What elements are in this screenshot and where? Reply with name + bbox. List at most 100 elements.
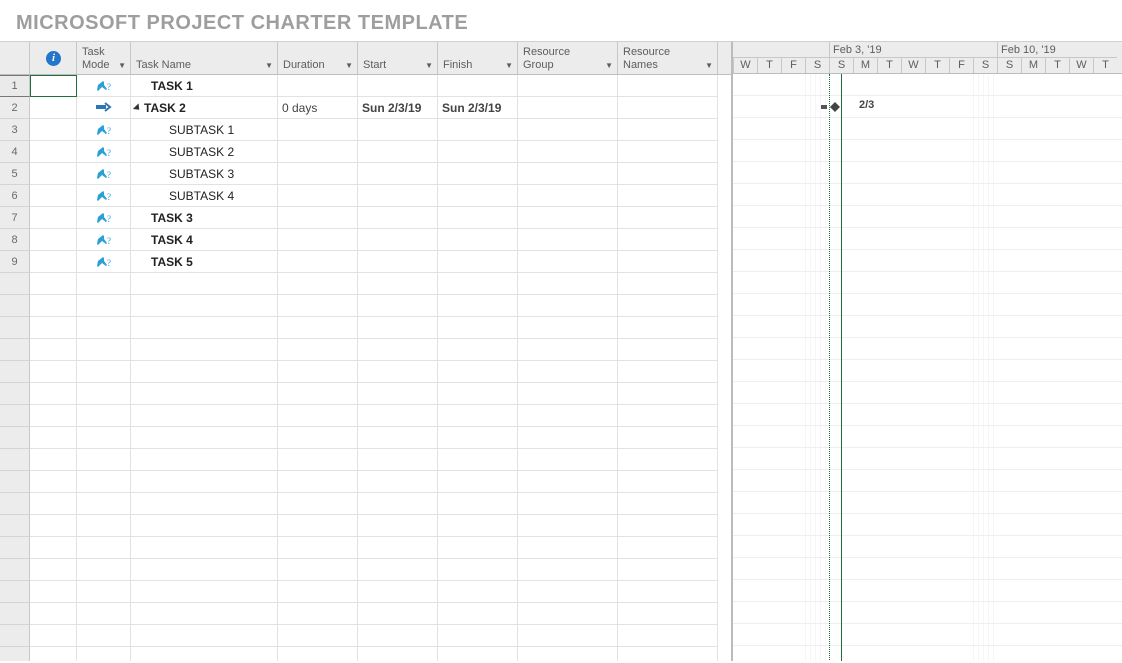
info-cell[interactable] (30, 361, 77, 383)
finish-cell[interactable] (438, 273, 518, 295)
resourcenames-cell[interactable] (618, 295, 718, 317)
rownum-cell[interactable]: 7 (0, 207, 30, 229)
taskname-cell[interactable]: SUBTASK 2 (131, 141, 278, 163)
resourcenames-cell[interactable] (618, 471, 718, 493)
duration-cell[interactable] (278, 163, 358, 185)
gantt-row[interactable] (733, 624, 1122, 646)
info-cell[interactable] (30, 207, 77, 229)
mode-cell[interactable] (77, 273, 131, 295)
info-cell[interactable] (30, 449, 77, 471)
table-row[interactable] (0, 383, 731, 405)
taskname-cell[interactable] (131, 295, 278, 317)
start-cell[interactable] (358, 427, 438, 449)
resourcenames-cell[interactable] (618, 405, 718, 427)
info-column-header[interactable]: i (30, 42, 77, 74)
duration-cell[interactable] (278, 603, 358, 625)
info-cell[interactable] (30, 185, 77, 207)
rownum-cell[interactable] (0, 603, 30, 625)
duration-cell[interactable] (278, 581, 358, 603)
start-cell[interactable] (358, 295, 438, 317)
resourcenames-cell[interactable] (618, 339, 718, 361)
table-row[interactable] (0, 317, 731, 339)
gantt-row[interactable] (733, 338, 1122, 360)
rownum-cell[interactable] (0, 317, 30, 339)
milestone-icon[interactable] (821, 101, 841, 113)
taskname-cell[interactable]: SUBTASK 1 (131, 119, 278, 141)
info-cell[interactable] (30, 581, 77, 603)
resourcenames-cell[interactable] (618, 581, 718, 603)
resourcenames-cell[interactable] (618, 559, 718, 581)
info-cell[interactable] (30, 317, 77, 339)
table-row[interactable]: 5?SUBTASK 3 (0, 163, 731, 185)
resourcenames-cell[interactable] (618, 647, 718, 661)
resourcenames-cell[interactable] (618, 493, 718, 515)
rownum-cell[interactable] (0, 273, 30, 295)
start-cell[interactable] (358, 361, 438, 383)
resourcegroup-cell[interactable] (518, 75, 618, 97)
mode-cell[interactable]: ? (77, 141, 131, 163)
taskname-cell[interactable] (131, 273, 278, 295)
start-cell[interactable] (358, 559, 438, 581)
gantt-row[interactable] (733, 162, 1122, 184)
resourcenames-cell[interactable] (618, 141, 718, 163)
finish-cell[interactable] (438, 449, 518, 471)
info-cell[interactable] (30, 273, 77, 295)
finish-cell[interactable] (438, 251, 518, 273)
mode-cell[interactable]: ? (77, 163, 131, 185)
table-row[interactable]: 1?TASK 1 (0, 75, 731, 97)
start-cell[interactable] (358, 471, 438, 493)
chevron-down-icon[interactable]: ▼ (425, 61, 433, 72)
gantt-row[interactable] (733, 206, 1122, 228)
start-cell[interactable] (358, 163, 438, 185)
mode-cell[interactable] (77, 295, 131, 317)
start-cell[interactable] (358, 625, 438, 647)
rownum-cell[interactable] (0, 295, 30, 317)
gantt-row[interactable] (733, 404, 1122, 426)
resourcegroup-cell[interactable] (518, 559, 618, 581)
gantt-row[interactable] (733, 448, 1122, 470)
mode-cell[interactable] (77, 405, 131, 427)
taskname-cell[interactable] (131, 405, 278, 427)
mode-cell[interactable]: ? (77, 251, 131, 273)
start-cell[interactable] (358, 383, 438, 405)
start-cell[interactable] (358, 229, 438, 251)
resourcenames-cell[interactable] (618, 361, 718, 383)
duration-cell[interactable] (278, 339, 358, 361)
gantt-chart[interactable]: Feb 3, '19Feb 10, '19 WTFSSMTWTFSSMTWT 2… (733, 42, 1122, 661)
rownum-header[interactable] (0, 42, 30, 74)
mode-cell[interactable] (77, 449, 131, 471)
duration-cell[interactable]: 0 days (278, 97, 358, 119)
rownum-cell[interactable] (0, 449, 30, 471)
info-cell[interactable] (30, 339, 77, 361)
finish-cell[interactable] (438, 185, 518, 207)
resourcenames-cell[interactable] (618, 185, 718, 207)
resourcenames-cell[interactable] (618, 163, 718, 185)
mode-cell[interactable]: ? (77, 75, 131, 97)
gantt-row[interactable] (733, 602, 1122, 624)
info-cell[interactable] (30, 75, 77, 97)
taskname-cell[interactable]: TASK 2 (131, 97, 278, 119)
taskname-cell[interactable] (131, 647, 278, 661)
resourcenames-cell[interactable] (618, 97, 718, 119)
finish-cell[interactable] (438, 119, 518, 141)
duration-cell[interactable] (278, 185, 358, 207)
table-row[interactable] (0, 273, 731, 295)
start-cell[interactable] (358, 141, 438, 163)
rownum-cell[interactable] (0, 515, 30, 537)
resourcenames-cell[interactable] (618, 207, 718, 229)
table-row[interactable]: 2TASK 20 daysSun 2/3/19Sun 2/3/19 (0, 97, 731, 119)
resourcegroup-cell[interactable] (518, 119, 618, 141)
grid-body[interactable]: 1?TASK 12TASK 20 daysSun 2/3/19Sun 2/3/1… (0, 75, 731, 661)
rownum-cell[interactable]: 8 (0, 229, 30, 251)
resourcegroup-cell[interactable] (518, 339, 618, 361)
info-cell[interactable] (30, 493, 77, 515)
resourcegroup-cell[interactable] (518, 603, 618, 625)
info-cell[interactable] (30, 229, 77, 251)
gantt-row[interactable] (733, 492, 1122, 514)
finish-cell[interactable] (438, 229, 518, 251)
finish-cell[interactable] (438, 207, 518, 229)
mode-cell[interactable]: ? (77, 119, 131, 141)
rownum-cell[interactable]: 2 (0, 97, 30, 119)
finish-cell[interactable] (438, 515, 518, 537)
info-cell[interactable] (30, 537, 77, 559)
